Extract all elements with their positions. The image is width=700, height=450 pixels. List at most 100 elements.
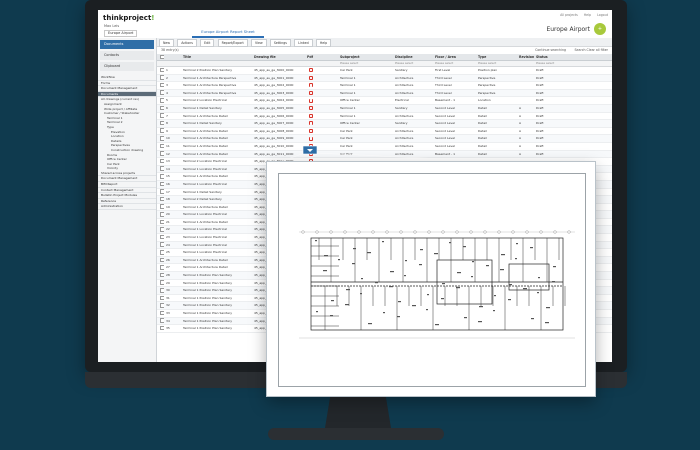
toolbar-report-button[interactable]: Report/Export [217,39,248,47]
row-checkbox[interactable] [160,90,164,97]
row-checkbox[interactable] [160,196,164,203]
row-checkbox[interactable] [160,219,164,226]
pdf-icon[interactable] [309,151,313,156]
table-row[interactable]: 2 Terminal 1 Architecture Perspective 45_a… [157,74,612,83]
row-checkbox[interactable] [160,82,164,89]
header-subproject[interactable]: Subproject [340,54,370,60]
pdf-icon[interactable] [309,98,313,103]
cell-file[interactable]: 45_app_as_ge_3007_0000 [254,120,306,127]
search-link[interactable]: Search Clear all filter [575,47,608,54]
header-drawing-file[interactable]: Drawing file [254,54,306,60]
project-select[interactable]: Europe Airport [104,30,138,37]
table-row[interactable]: 9 Terminal 1 Architecture Detail 45_app_as… [157,128,612,136]
link-help[interactable]: Help [584,13,591,17]
row-checkbox[interactable] [160,181,164,188]
row-checkbox[interactable] [160,75,164,82]
row-checkbox[interactable] [160,242,164,249]
row-checkbox[interactable] [160,211,164,218]
pdf-icon[interactable] [309,113,313,118]
row-checkbox[interactable] [160,120,164,127]
nav-contacts[interactable]: Contacts [100,51,154,60]
cell-file[interactable]: 45_app_as_ge_3003_0000 [254,90,306,97]
app-logo[interactable]: thinkproject! [103,14,155,22]
nav-documents[interactable]: Documents [100,40,154,49]
row-checkbox[interactable] [160,158,164,165]
pdf-icon[interactable] [309,129,313,134]
row-checkbox[interactable] [160,151,164,158]
toolbar-settings-button[interactable]: Settings [269,39,291,47]
pdf-icon[interactable] [309,121,313,126]
row-checkbox[interactable] [160,113,164,120]
header-discipline[interactable]: Discipline [395,54,435,60]
row-checkbox[interactable] [160,105,164,112]
table-row[interactable]: 4 Terminal 1 Architecture Perspective 45_a… [157,89,612,98]
sidebar-section[interactable]: Administration [98,204,156,211]
toolbar-linked-button[interactable]: Linked [294,39,313,47]
table-row[interactable]: 11 Terminal 1 Architecture Detail 45_app_a… [157,143,612,151]
pdf-icon[interactable] [309,68,313,73]
nav-clipboard[interactable]: Clipboard [100,62,154,71]
header-floor[interactable]: Floor / Area [435,54,475,60]
row-checkbox[interactable] [160,173,164,180]
link-logout[interactable]: Logout [597,13,608,17]
cell-file[interactable]: 45_app_as_ge_3006_0000 [254,113,306,120]
header-pdf[interactable]: Pdf [307,54,315,60]
row-checkbox[interactable] [160,280,164,287]
filter-floor[interactable]: Please select [435,61,475,66]
cell-file[interactable]: 45_app_as_ge_3011_0000 [254,151,306,158]
cell-file[interactable]: 45_app_as_ge_3002_0000 [254,82,306,89]
row-checkbox[interactable] [160,204,164,211]
pdf-icon[interactable] [309,91,313,96]
row-checkbox[interactable] [160,189,164,196]
drawing-preview[interactable] [267,162,595,396]
toolbar-view-button[interactable]: View [251,39,267,47]
cell-file[interactable]: 45_app_as_ge_3008_0000 [254,128,306,135]
toolbar-new-button[interactable]: New [159,39,174,47]
row-checkbox[interactable] [160,318,164,325]
header-title[interactable]: Title [183,54,249,60]
header-revision[interactable]: Revision [519,54,534,60]
row-checkbox[interactable] [160,264,164,271]
cell-file[interactable]: 45_app_as_ge_3005_0000 [254,105,306,112]
toolbar-help-button[interactable]: Help [315,39,332,47]
row-checkbox[interactable] [160,234,164,241]
table-row[interactable]: 6 Terminal 1 Detail Sanitary 45_app_as_ge_… [157,104,612,113]
row-checkbox[interactable] [160,257,164,264]
cell-file[interactable]: 45_app_as_ge_3004_0000 [254,97,306,104]
row-checkbox[interactable] [160,325,164,332]
row-checkbox[interactable] [160,302,164,309]
toolbar-actions-button[interactable]: Actions [177,39,197,47]
row-checkbox[interactable] [160,143,164,150]
row-checkbox[interactable] [160,226,164,233]
filter-status[interactable]: Please select [536,61,558,66]
table-row[interactable]: 12 Terminal 1 Architecture Detail 45_app_a… [157,150,612,159]
row-checkbox[interactable] [160,135,164,142]
toolbar-edit-button[interactable]: Edit [200,39,215,47]
table-row[interactable]: 7 Terminal 1 Architecture Detail 45_app_as… [157,113,612,121]
row-checkbox[interactable] [160,272,164,279]
pdf-icon[interactable] [309,106,313,111]
row-checkbox[interactable] [160,310,164,317]
header-type[interactable]: Type [478,54,518,60]
row-checkbox[interactable] [160,295,164,302]
tab-report-sheet[interactable]: Europe Airport Report Sheet [192,27,264,38]
row-checkbox[interactable] [160,128,164,135]
header-select-all[interactable] [160,54,164,60]
table-row[interactable]: 5 Terminal 2 Location Electrical 45_app_as… [157,97,612,105]
filter-discipline[interactable]: Please select [395,61,435,66]
row-checkbox[interactable] [160,67,164,74]
pdf-icon[interactable] [309,83,313,88]
row-checkbox[interactable] [160,166,164,173]
table-row[interactable]: 10 Terminal 1 Architecture Detail 45_app_a… [157,135,612,143]
link-all-projects[interactable]: All projects [560,13,578,17]
continue-searching-checkbox[interactable]: Continue searching [535,47,566,54]
table-row[interactable]: 3 Terminal 1 Architecture Perspective 45_a… [157,82,612,90]
cell-file[interactable]: 45_app_as_ge_3009_0000 [254,135,306,142]
pdf-icon[interactable] [309,136,313,141]
pdf-icon[interactable] [309,75,313,80]
pdf-icon[interactable] [309,144,313,149]
table-row[interactable]: 1 Terminal 2 Position Plan Sanitary 45_app… [157,67,612,75]
filter-type[interactable]: Please select [478,61,518,66]
row-checkbox[interactable] [160,287,164,294]
header-status[interactable]: Status [536,54,558,60]
